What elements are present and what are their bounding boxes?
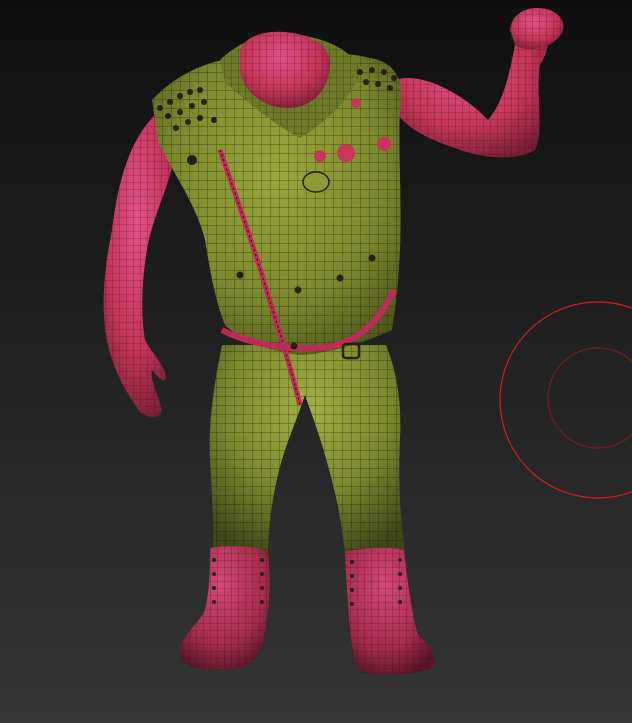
brush-inner-ring [547, 347, 632, 449]
hanging-arm [103, 115, 178, 417]
pants [209, 345, 405, 555]
3d-viewport[interactable] [0, 0, 632, 723]
model-canvas[interactable] [0, 0, 632, 723]
left-boot [180, 546, 270, 670]
brush-cursor[interactable] [499, 301, 632, 499]
raised-arm [395, 8, 564, 158]
brush-outer-ring [499, 301, 632, 499]
right-boot [345, 547, 435, 675]
